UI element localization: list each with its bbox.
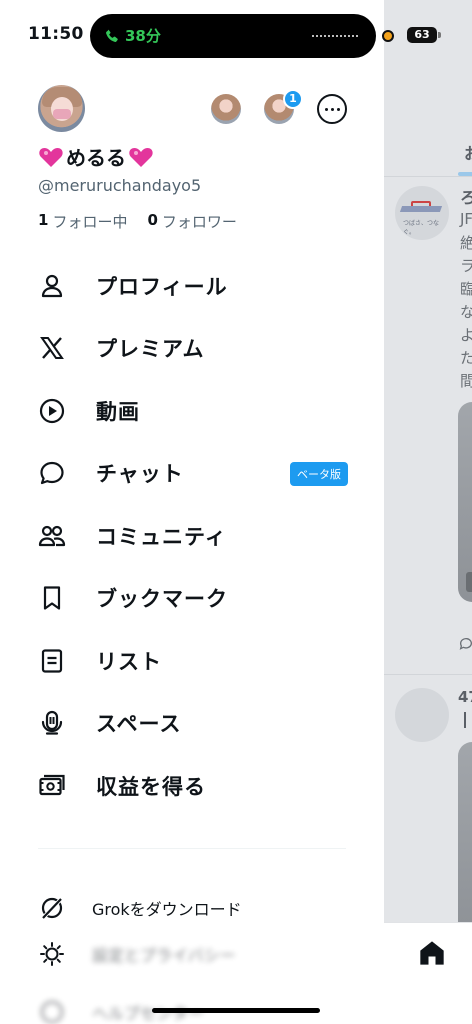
home-indicator[interactable] xyxy=(152,1008,320,1013)
settings-privacy-label: 設定とプライバシー xyxy=(92,946,236,965)
menu-item-communities[interactable]: コミュニティ xyxy=(38,514,348,558)
user-handle[interactable]: @meruruchandayo5 xyxy=(38,176,201,195)
microphone-icon xyxy=(38,709,66,737)
post-media xyxy=(458,402,472,602)
grok-download-link[interactable]: Grokをダウンロード xyxy=(38,892,338,924)
menu-item-profile[interactable]: プロフィール xyxy=(38,264,348,308)
menu-item-premium[interactable]: プレミアム xyxy=(38,326,348,370)
feed-divider xyxy=(384,674,472,675)
post-count: 47 xyxy=(458,688,472,706)
settings-privacy-link[interactable]: 設定とプライバシー xyxy=(38,938,338,970)
feed-tab-label: お xyxy=(464,140,472,164)
post-text-line: な xyxy=(460,303,472,321)
menu-item-chat[interactable]: チャット ベータ版 xyxy=(38,451,348,495)
people-icon xyxy=(38,522,66,550)
grok-icon xyxy=(38,894,66,922)
menu-label: スペース xyxy=(96,712,182,736)
bottom-nav xyxy=(384,922,472,1024)
menu-label: 動画 xyxy=(96,400,140,424)
person-icon xyxy=(38,272,66,300)
menu-item-bookmarks[interactable]: ブックマーク xyxy=(38,576,348,620)
switch-account-avatar[interactable] xyxy=(211,94,241,124)
post-text-line: JF xyxy=(460,210,472,228)
post-text-line: 間 xyxy=(460,372,472,390)
reply-icon xyxy=(459,638,472,650)
menu-label: リスト xyxy=(96,650,162,674)
followers-label[interactable]: フォロワー xyxy=(162,211,237,232)
menu-label: 収益を得る xyxy=(96,775,206,799)
post-media xyxy=(458,742,472,932)
battery-tip xyxy=(438,32,441,38)
menu-item-monetization[interactable]: 収益を得る xyxy=(38,764,348,808)
heart-emoji-icon xyxy=(129,147,153,167)
post-text-line: よ xyxy=(460,326,472,344)
post-text-line: た xyxy=(460,349,472,367)
feed-divider xyxy=(384,176,472,177)
grok-download-label: Grokをダウンロード xyxy=(92,900,242,919)
money-icon xyxy=(38,772,66,800)
display-name-text: めるる xyxy=(66,146,126,170)
menu-label: プレミアム xyxy=(96,337,205,361)
sun-settings-icon xyxy=(38,940,66,968)
help-icon xyxy=(38,998,66,1024)
background-feed: お つばさ、つなぐ。 ろ JF 絶 ラ 臨 な よ た 間 47 xyxy=(384,0,472,1024)
beta-badge: ベータ版 xyxy=(290,462,348,486)
follow-stats: 1 フォロー中 0 フォロワー xyxy=(38,211,237,232)
play-circle-icon xyxy=(38,397,66,425)
menu-item-video[interactable]: 動画 xyxy=(38,389,348,433)
home-icon[interactable] xyxy=(418,939,446,967)
more-accounts-button[interactable] xyxy=(317,94,347,124)
post-author-name: ろ xyxy=(460,188,472,207)
menu-label: チャット xyxy=(96,462,184,486)
menu-item-lists[interactable]: リスト xyxy=(38,639,348,683)
heart-emoji-icon xyxy=(39,147,63,167)
menu-label: ブックマーク xyxy=(96,587,228,611)
display-name[interactable]: めるる xyxy=(38,142,154,171)
post-avatar: つばさ、つなぐ。 xyxy=(395,186,449,240)
followers-count[interactable]: 0 xyxy=(147,211,157,232)
notification-badge: 1 xyxy=(283,89,303,109)
text-cursor xyxy=(464,712,466,728)
chat-bubble-icon xyxy=(38,459,66,487)
post-avatar xyxy=(395,688,449,742)
x-logo-icon xyxy=(38,334,66,362)
menu-item-spaces[interactable]: スペース xyxy=(38,701,348,745)
following-label[interactable]: フォロー中 xyxy=(52,211,127,232)
following-count[interactable]: 1 xyxy=(38,211,48,232)
menu-divider xyxy=(38,848,346,849)
list-icon xyxy=(38,647,66,675)
avatar-tagline: つばさ、つなぐ。 xyxy=(403,220,440,236)
battery-indicator: 63 xyxy=(407,27,437,43)
side-drawer: 1 めるる @meruruchandayo5 1 フォロー中 0 フォロワー プ… xyxy=(0,0,384,1024)
profile-avatar[interactable] xyxy=(38,85,85,132)
bookmark-icon xyxy=(38,584,66,612)
menu-label: コミュニティ xyxy=(96,525,227,549)
post-text-line: 絶 xyxy=(460,234,472,252)
post-text-line: ラ xyxy=(460,257,472,275)
post-text-line: 臨 xyxy=(460,280,472,298)
menu-label: プロフィール xyxy=(96,275,228,299)
